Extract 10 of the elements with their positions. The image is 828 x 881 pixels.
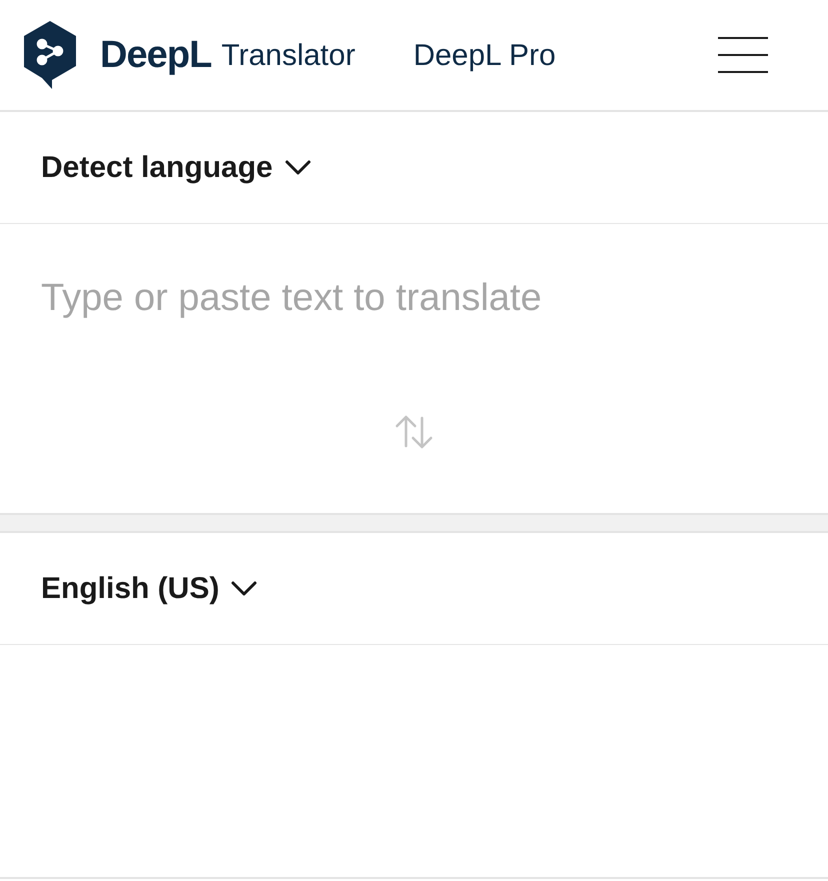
chevron-down-icon xyxy=(284,160,311,176)
target-language-select[interactable]: English (US) xyxy=(41,566,258,611)
brand-name: DeepL xyxy=(100,32,212,78)
source-language-select[interactable]: Detect language xyxy=(41,145,311,190)
source-text-field[interactable]: Type or paste text to translate xyxy=(41,270,787,390)
pro-link[interactable]: DeepL Pro xyxy=(413,32,556,78)
menu-icon[interactable] xyxy=(718,37,768,73)
product-name: Translator xyxy=(221,38,356,74)
chevron-down-icon xyxy=(231,580,258,596)
logo-icon xyxy=(22,20,78,90)
